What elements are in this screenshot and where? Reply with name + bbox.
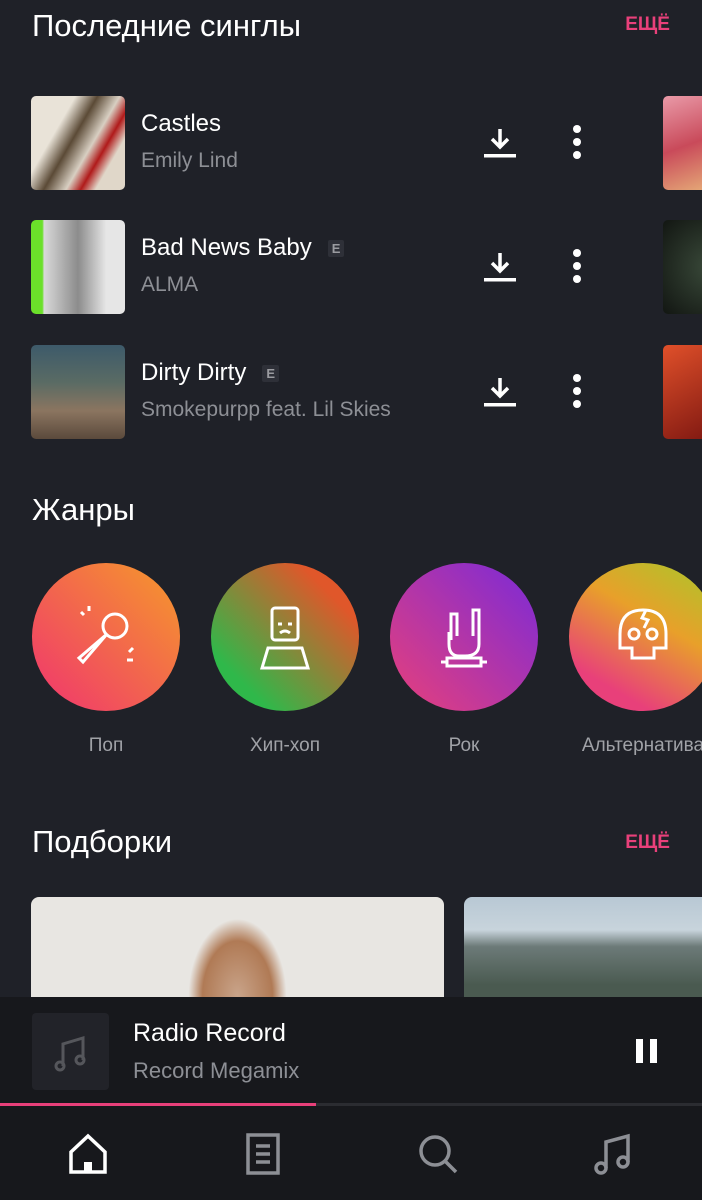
player-cover <box>32 1013 109 1090</box>
collections-more-link[interactable]: ЕЩЁ <box>625 832 670 854</box>
rock-hand-icon <box>441 608 487 668</box>
player-title: Radio Record <box>133 1019 286 1047</box>
mini-player[interactable]: Radio Record Record Megamix <box>0 997 702 1103</box>
track-title: Bad News Baby <box>141 234 312 261</box>
next-column-cover[interactable] <box>663 220 702 314</box>
track-row[interactable]: Bad News Baby E ALMA <box>0 220 702 314</box>
music-icon[interactable] <box>592 1132 636 1176</box>
next-column-cover[interactable] <box>663 96 702 190</box>
more-options-icon[interactable] <box>565 248 589 284</box>
track-artist: ALMA <box>141 273 199 296</box>
genre-pop[interactable]: Поп <box>32 563 180 757</box>
genre-label: Рок <box>448 735 480 756</box>
more-options-icon[interactable] <box>565 373 589 409</box>
skull-icon <box>618 608 668 660</box>
genre-label: Поп <box>88 735 124 756</box>
microphone-icon <box>76 606 135 665</box>
section-title-singles: Последние синглы <box>32 8 301 43</box>
collection-card[interactable] <box>31 897 444 1007</box>
download-icon[interactable] <box>483 126 517 160</box>
next-column-cover[interactable] <box>663 345 702 439</box>
track-row[interactable]: Dirty Dirty E Smokepurpp feat. Lil Skies <box>0 345 702 439</box>
player-subtitle: Record Megamix <box>133 1058 300 1083</box>
track-cover <box>31 220 125 314</box>
track-cover <box>31 345 125 439</box>
track-title: Castles <box>141 110 222 137</box>
home-icon[interactable] <box>66 1132 110 1176</box>
track-cover <box>31 96 125 190</box>
library-icon[interactable] <box>241 1132 285 1176</box>
hiphop-figure-icon <box>259 606 311 670</box>
genre-rock[interactable]: Рок <box>390 563 538 757</box>
explicit-badge: E <box>262 364 279 382</box>
singles-more-link[interactable]: ЕЩЁ <box>625 14 670 36</box>
genre-label: Альтернатива <box>581 735 702 756</box>
bottom-navigation <box>0 1106 702 1200</box>
download-icon[interactable] <box>483 250 517 284</box>
pause-icon[interactable] <box>634 1037 660 1065</box>
more-options-icon[interactable] <box>565 124 589 160</box>
collection-card[interactable] <box>464 897 702 1007</box>
genre-label: Хип-хоп <box>249 735 321 756</box>
search-icon[interactable] <box>416 1132 460 1176</box>
explicit-badge: E <box>327 239 345 257</box>
music-note-icon <box>54 1035 85 1071</box>
download-icon[interactable] <box>483 375 517 409</box>
section-title-genres: Жанры <box>32 492 135 527</box>
section-title-collections: Подборки <box>32 824 173 859</box>
track-artist: Smokepurpp feat. Lil Skies <box>141 398 391 421</box>
track-artist: Emily Lind <box>141 149 238 172</box>
genre-alternative[interactable]: Альтернатива <box>569 563 702 757</box>
track-title: Dirty Dirty <box>141 359 247 386</box>
genre-hiphop[interactable]: Хип-хоп <box>211 563 359 757</box>
track-row[interactable]: Castles Emily Lind <box>0 96 702 190</box>
